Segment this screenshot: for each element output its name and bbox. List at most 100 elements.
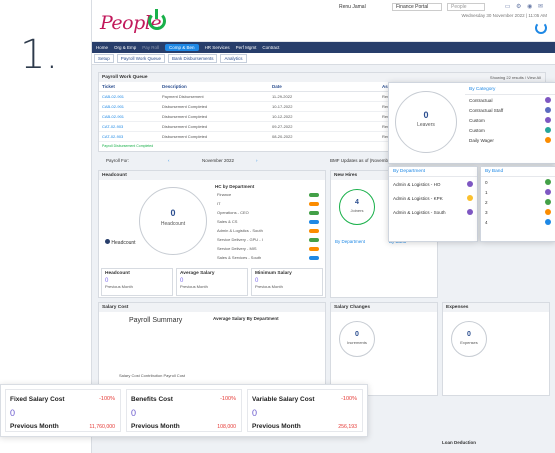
department-name: Admin & Logistics - KPK (393, 195, 443, 201)
prev-month-icon[interactable]: ‹ (168, 158, 170, 163)
row-description: Disbursement Completed (162, 134, 208, 139)
increments-value: 0 (355, 331, 359, 338)
nav-comp-ben[interactable]: Comp & Ben (165, 44, 199, 51)
dept-bar (309, 255, 319, 260)
list-item[interactable]: Operations - CEO (213, 208, 323, 217)
list-item[interactable]: IT (213, 199, 323, 208)
search-input[interactable]: People (447, 3, 485, 11)
salary-changes-title: Salary Changes (331, 303, 437, 312)
hc-by-department: HC by Department Finance IT Operations -… (213, 183, 323, 262)
work-queue-title: Payroll Work Queue (99, 73, 545, 82)
leavers-ring: 0 Leavers (395, 91, 457, 153)
tab-setup[interactable]: Setup (94, 54, 114, 63)
user-name[interactable]: Renu Jamal (339, 4, 366, 10)
fixed-salary-cost-card[interactable]: Fixed Salary Cost -100% 0 Previous Month… (5, 389, 121, 432)
band-name: 3 (485, 209, 488, 215)
dept-name: Service Delivery - MIS (217, 246, 257, 251)
tab-analytics[interactable]: Analytics (220, 54, 247, 63)
col-date[interactable]: Date (272, 84, 382, 89)
expenses-title: Expenses (443, 303, 549, 312)
list-item[interactable]: 4 (481, 217, 555, 227)
dept-name: Sales & Services - South (217, 255, 262, 260)
list-item[interactable]: Custom (465, 125, 555, 135)
nav-org-emp[interactable]: Org & Emp (114, 45, 136, 50)
list-item[interactable]: Finance (213, 190, 323, 199)
nav-hr-services[interactable]: HR Services (205, 45, 230, 50)
toolbar-icons[interactable]: ▭ ⚙ ◉ ✉ (505, 3, 545, 10)
joiners-ring: 4 Joiners (339, 189, 375, 225)
list-item[interactable]: Admin & Logistics - HO (389, 177, 477, 191)
work-queue-showing[interactable]: Showing 22 results / View All (490, 75, 541, 80)
nav-payroll[interactable]: Pay Roll (142, 45, 159, 50)
list-item[interactable]: 3 (481, 207, 555, 217)
list-item[interactable]: Contractual (465, 95, 555, 105)
tab-work-queue[interactable]: Payroll Work Queue (116, 54, 165, 63)
list-item[interactable]: 1 (481, 187, 555, 197)
category-name: Contractual Staff (469, 107, 504, 113)
by-department-title[interactable]: By Department (389, 167, 477, 177)
list-item[interactable]: Sales & CS (213, 217, 323, 226)
department-dot-icon (467, 195, 473, 201)
category-name: Custom (469, 127, 485, 133)
list-item[interactable]: 0 (481, 177, 555, 187)
list-item[interactable]: Admin & Logistics - KPK (389, 191, 477, 205)
dept-name: Finance (217, 192, 232, 197)
by-band-title[interactable]: By Band (481, 167, 555, 177)
dept-bar (309, 219, 319, 224)
list-item[interactable]: Custom (465, 115, 555, 125)
list-item[interactable]: Admin & Logistics - South (389, 205, 477, 219)
card-value: 0 (252, 408, 258, 418)
dept-bar (309, 237, 319, 242)
expenses-label: Expenses (460, 340, 478, 345)
headcount-label: Headcount (160, 221, 186, 227)
power-icon[interactable] (535, 22, 547, 34)
by-category-title[interactable]: By Category (465, 85, 555, 95)
salary-cost-title: Salary Cost (99, 303, 325, 312)
ticket-id[interactable]: CAB-02-901 (102, 104, 162, 109)
leavers-popup: 0 Leavers By Category Contractual Contra… (388, 82, 555, 164)
ticket-id[interactable]: CAB-02-901 (102, 94, 162, 99)
ticket-id[interactable]: CAB-02-901 (102, 114, 162, 119)
variable-salary-cost-card[interactable]: Variable Salary Cost -100% 0 Previous Mo… (247, 389, 363, 432)
card-pct: -100% (99, 396, 115, 402)
list-item[interactable]: Service Delivery - GPU - I (213, 235, 323, 244)
list-item[interactable]: 2 (481, 197, 555, 207)
ticket-id[interactable]: CAT-02-903 (102, 134, 162, 139)
col-ticket[interactable]: Ticket (102, 84, 162, 89)
dept-name: Operations - CEO (217, 210, 249, 215)
joiners-label: Joiners (350, 208, 364, 213)
next-month-icon[interactable]: › (256, 158, 258, 163)
ticket-id[interactable]: CAT-02-903 (102, 124, 162, 129)
portal-select[interactable]: Finance Portal (392, 3, 442, 11)
category-dot-icon (545, 137, 551, 143)
nav-perf-mgmt[interactable]: Perf Mgmt (236, 45, 257, 50)
col-description[interactable]: Description (162, 84, 272, 89)
dept-name: IT (217, 201, 221, 206)
nav-home[interactable]: Home (96, 45, 108, 50)
salary-cost-tabs[interactable]: Salary Cost Contribution Payroll Cost (119, 373, 185, 378)
top-bar: People Renu Jamal Finance Portal People … (92, 0, 555, 42)
headcount-value: 0 (170, 208, 176, 218)
new-hires-by-dept[interactable]: By Department (335, 239, 365, 244)
list-item[interactable]: Contractual Staff (465, 105, 555, 115)
dept-bar (309, 201, 319, 206)
salary-changes-panel: Salary Changes 0 Increments (330, 302, 438, 396)
category-name: Custom (469, 117, 485, 123)
dept-name: Sales & CS (217, 219, 238, 224)
by-department-popup: By Department Admin & Logistics - HO Adm… (388, 166, 478, 242)
card-pct: -100% (220, 396, 236, 402)
headcount-card[interactable]: Headcount 0 Previous Month (101, 268, 173, 296)
dept-name: Admin & Logistics - South (217, 228, 263, 233)
tab-bank-disbursements[interactable]: Bank Disbursements (167, 54, 218, 63)
list-item[interactable]: Sales & Services - South (213, 253, 323, 262)
benefits-cost-card[interactable]: Benefits Cost -100% 0 Previous Month 108… (126, 389, 242, 432)
card-prev-label: Previous Month (10, 423, 59, 430)
nav-contract[interactable]: Contract (262, 45, 279, 50)
list-item[interactable]: Service Delivery - MIS (213, 244, 323, 253)
average-salary-card[interactable]: Average Salary 0 Previous Month (176, 268, 248, 296)
dept-bar (309, 210, 319, 215)
list-item[interactable]: Admin & Logistics - South (213, 226, 323, 235)
band-name: 0 (485, 179, 488, 185)
minimum-salary-card[interactable]: Minimum Salary 0 Previous Month (251, 268, 323, 296)
list-item[interactable]: Daily Wager (465, 135, 555, 145)
